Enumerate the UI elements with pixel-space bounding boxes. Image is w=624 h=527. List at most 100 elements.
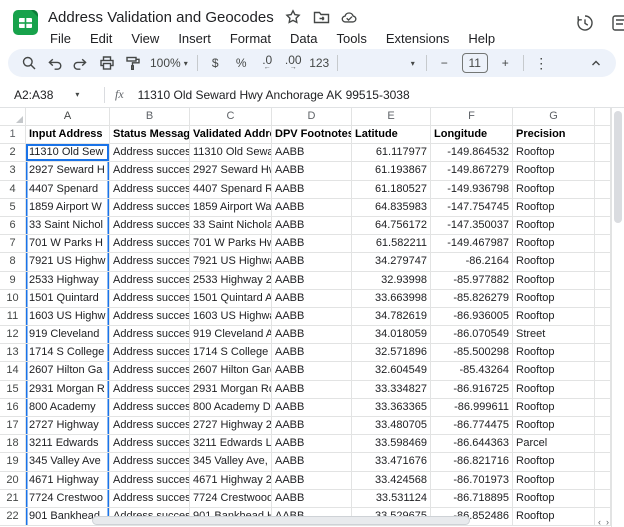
select-all-corner[interactable] — [0, 108, 26, 126]
cell-partial[interactable] — [595, 344, 611, 362]
font-size-input[interactable]: 11 — [462, 53, 488, 73]
cell-E3[interactable]: 61.193867 — [352, 162, 431, 180]
row-header-6[interactable]: 6 — [0, 217, 26, 235]
row-header-5[interactable]: 5 — [0, 199, 26, 217]
cell-E7[interactable]: 61.582211 — [352, 235, 431, 253]
row-header-22[interactable]: 22 — [0, 508, 26, 526]
cell-G10[interactable]: Rooftop — [513, 290, 595, 308]
menu-extensions[interactable]: Extensions — [384, 30, 452, 47]
more-toolbar-button[interactable]: ⋮ — [529, 51, 554, 75]
menu-format[interactable]: Format — [228, 30, 273, 47]
cell-D8[interactable]: AABB — [272, 253, 352, 271]
scroll-left-icon[interactable]: ‹ — [598, 517, 601, 527]
cell-B8[interactable]: Address success — [110, 253, 190, 271]
cell-partial[interactable] — [595, 399, 611, 417]
column-header-c[interactable]: C — [190, 108, 272, 126]
cell-F10[interactable]: -85.826279 — [431, 290, 513, 308]
menu-tools[interactable]: Tools — [334, 30, 368, 47]
cell-G1[interactable]: Precision — [513, 126, 595, 144]
cell-B6[interactable]: Address success — [110, 217, 190, 235]
cell-partial[interactable] — [595, 235, 611, 253]
currency-format-button[interactable]: $ — [203, 51, 228, 75]
cell-C21[interactable]: 7724 Crestwood — [190, 490, 272, 508]
cell-partial[interactable] — [595, 326, 611, 344]
cell-A9[interactable]: 2533 Highway — [26, 272, 110, 290]
cell-F7[interactable]: -149.467987 — [431, 235, 513, 253]
cell-D2[interactable]: AABB — [272, 144, 352, 162]
cell-D7[interactable]: AABB — [272, 235, 352, 253]
cell-D4[interactable]: AABB — [272, 181, 352, 199]
cell-A2[interactable]: 11310 Old Sew — [26, 144, 110, 162]
row-header-3[interactable]: 3 — [0, 162, 26, 180]
cell-E18[interactable]: 33.598469 — [352, 435, 431, 453]
increase-decimals-button[interactable]: .00→ — [281, 51, 306, 75]
percent-format-button[interactable]: % — [229, 51, 254, 75]
cell-A15[interactable]: 2931 Morgan R — [26, 381, 110, 399]
cell-partial[interactable] — [595, 199, 611, 217]
menu-edit[interactable]: Edit — [88, 30, 114, 47]
cell-B21[interactable]: Address success — [110, 490, 190, 508]
cell-G6[interactable]: Rooftop — [513, 217, 595, 235]
increase-font-size-button[interactable]: + — [493, 51, 518, 75]
cell-G22[interactable]: Rooftop — [513, 508, 595, 526]
cell-C16[interactable]: 800 Academy Dr — [190, 399, 272, 417]
cell-C12[interactable]: 919 Cleveland A — [190, 326, 272, 344]
cell-G14[interactable]: Rooftop — [513, 362, 595, 380]
cell-F19[interactable]: -86.821716 — [431, 453, 513, 471]
cell-D1[interactable]: DPV Footnotes — [272, 126, 352, 144]
cell-D16[interactable]: AABB — [272, 399, 352, 417]
cell-F20[interactable]: -86.701973 — [431, 472, 513, 490]
cell-F11[interactable]: -86.936005 — [431, 308, 513, 326]
cloud-status-icon[interactable] — [341, 9, 358, 26]
cell-F21[interactable]: -86.718895 — [431, 490, 513, 508]
cell-D5[interactable]: AABB — [272, 199, 352, 217]
column-header-b[interactable]: B — [110, 108, 190, 126]
cell-A17[interactable]: 2727 Highway — [26, 417, 110, 435]
cell-E9[interactable]: 32.93998 — [352, 272, 431, 290]
menu-file[interactable]: File — [48, 30, 73, 47]
cell-A14[interactable]: 2607 Hilton Ga — [26, 362, 110, 380]
cell-C6[interactable]: 33 Saint Nichola — [190, 217, 272, 235]
cell-F16[interactable]: -86.999611 — [431, 399, 513, 417]
cell-G17[interactable]: Rooftop — [513, 417, 595, 435]
cell-B5[interactable]: Address success — [110, 199, 190, 217]
vertical-scrollbar-thumb[interactable] — [614, 111, 622, 223]
row-header-10[interactable]: 10 — [0, 290, 26, 308]
cell-partial[interactable] — [595, 453, 611, 471]
name-box[interactable]: A2:A38 ▾ — [14, 88, 102, 102]
cell-G15[interactable]: Rooftop — [513, 381, 595, 399]
more-formats-button[interactable]: 123 — [307, 51, 332, 75]
move-to-folder-icon[interactable] — [313, 9, 330, 26]
horizontal-scrollbar-thumb[interactable] — [92, 516, 470, 525]
cell-B2[interactable]: Address success — [110, 144, 190, 162]
row-header-13[interactable]: 13 — [0, 344, 26, 362]
cell-E21[interactable]: 33.531124 — [352, 490, 431, 508]
cell-A10[interactable]: 1501 Quintard — [26, 290, 110, 308]
cell-B19[interactable]: Address success — [110, 453, 190, 471]
cell-G2[interactable]: Rooftop — [513, 144, 595, 162]
cell-D19[interactable]: AABB — [272, 453, 352, 471]
cell-B1[interactable]: Status Message — [110, 126, 190, 144]
vertical-scrollbar[interactable] — [611, 108, 624, 527]
cell-C11[interactable]: 1603 US Highwa — [190, 308, 272, 326]
cell-B10[interactable]: Address success — [110, 290, 190, 308]
cell-C13[interactable]: 1714 S College S — [190, 344, 272, 362]
cell-C14[interactable]: 2607 Hilton Gard — [190, 362, 272, 380]
cell-C5[interactable]: 1859 Airport Wa — [190, 199, 272, 217]
cell-B17[interactable]: Address success — [110, 417, 190, 435]
row-header-18[interactable]: 18 — [0, 435, 26, 453]
cell-E4[interactable]: 61.180527 — [352, 181, 431, 199]
cell-A8[interactable]: 7921 US Highw — [26, 253, 110, 271]
column-header-f[interactable]: F — [431, 108, 513, 126]
redo-icon[interactable] — [68, 51, 93, 75]
cell-C4[interactable]: 4407 Spenard R — [190, 181, 272, 199]
cell-G21[interactable]: Rooftop — [513, 490, 595, 508]
cell-A1[interactable]: Input Address — [26, 126, 110, 144]
cell-B13[interactable]: Address success — [110, 344, 190, 362]
cell-F9[interactable]: -85.977882 — [431, 272, 513, 290]
cell-A6[interactable]: 33 Saint Nichol — [26, 217, 110, 235]
cell-G16[interactable]: Rooftop — [513, 399, 595, 417]
row-header-14[interactable]: 14 — [0, 362, 26, 380]
cell-G3[interactable]: Rooftop — [513, 162, 595, 180]
row-header-8[interactable]: 8 — [0, 253, 26, 271]
